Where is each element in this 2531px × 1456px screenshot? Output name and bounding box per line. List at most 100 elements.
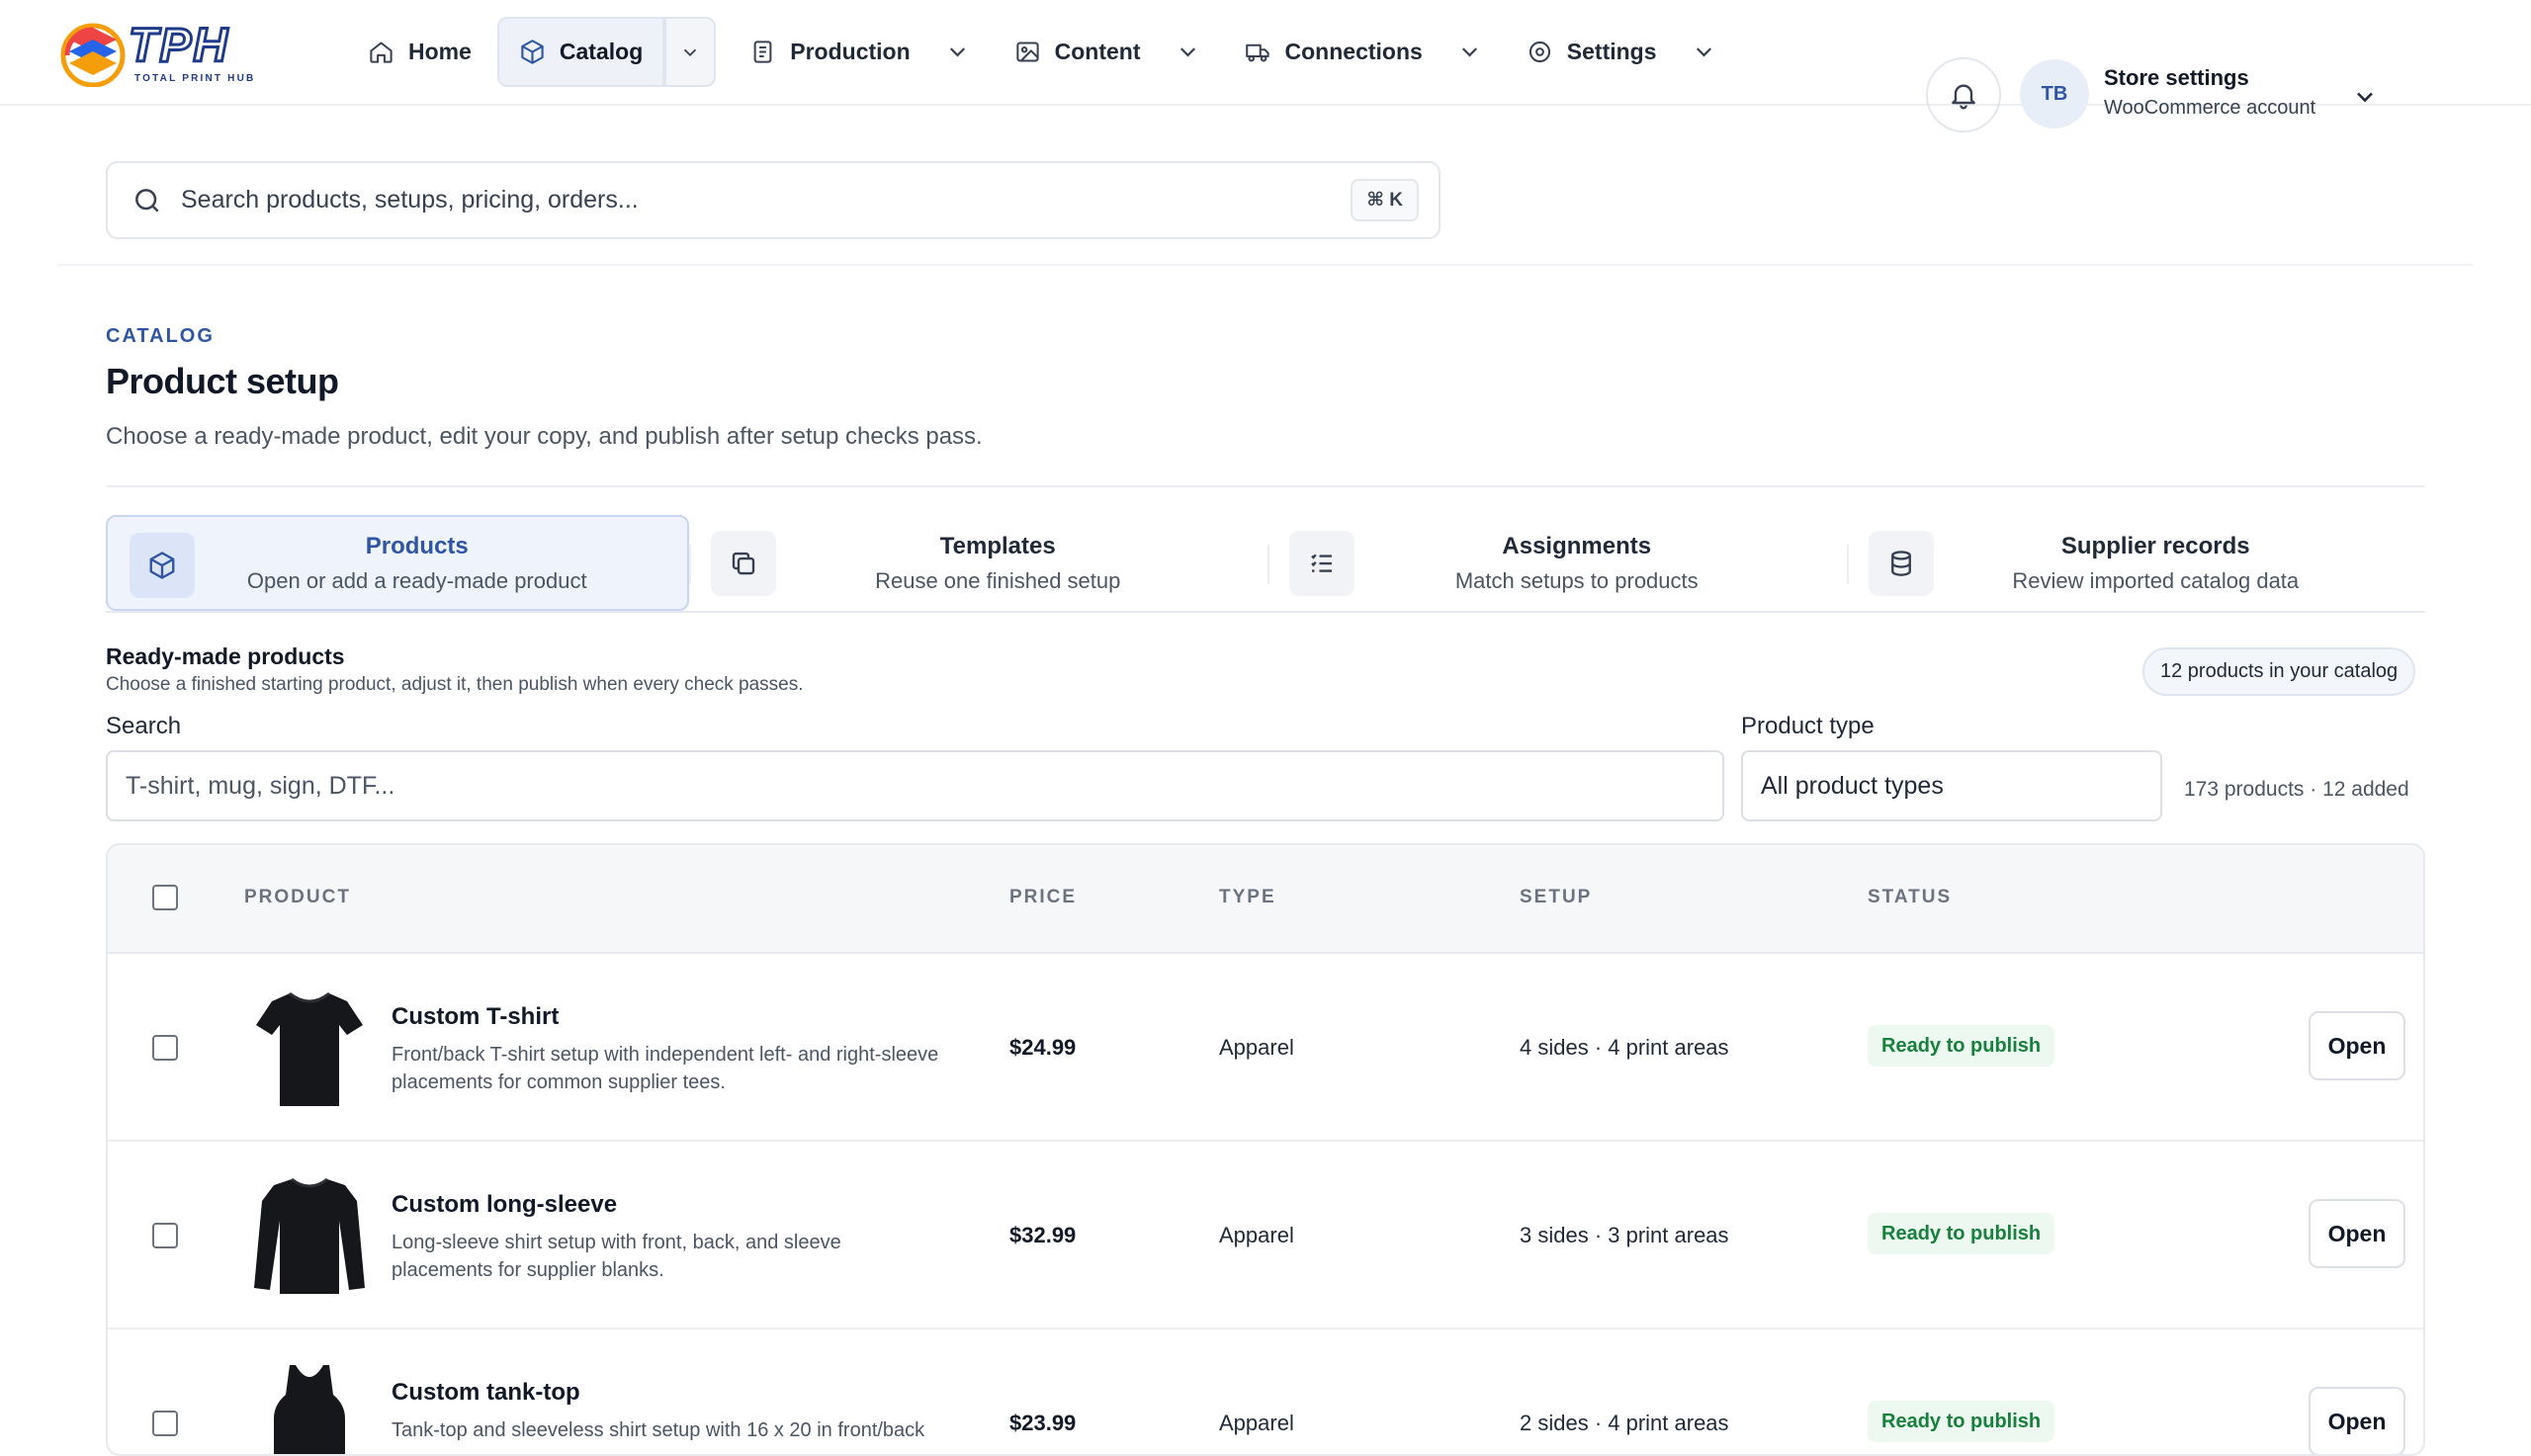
open-product-button[interactable]: Open bbox=[2309, 1199, 2405, 1268]
long-sleeve-thumbnail bbox=[246, 1165, 373, 1306]
section-title: Ready-made products bbox=[106, 643, 345, 669]
table-row: Custom tank-top Tank-top and sleeveless … bbox=[108, 1329, 2423, 1454]
tab-assignments[interactable]: Assignments Match setups to products bbox=[1267, 515, 1847, 611]
chevron-down-icon bbox=[1696, 47, 1711, 57]
logo-wordmark: TPH bbox=[129, 20, 229, 72]
chevron-down-icon bbox=[949, 47, 965, 57]
product-name: Custom tank-top bbox=[392, 1379, 580, 1406]
nav-catalog-group: Catalog bbox=[496, 17, 717, 87]
chevron-down-icon bbox=[1179, 47, 1195, 57]
product-name: Custom T-shirt bbox=[392, 1003, 560, 1030]
page-eyebrow: CATALOG bbox=[106, 325, 215, 347]
tab-products[interactable]: Products Open or add a ready-made produc… bbox=[106, 515, 689, 611]
row-checkbox[interactable] bbox=[152, 1411, 178, 1436]
tab-templates-title: Templates bbox=[939, 532, 1056, 559]
tab-supplier-title: Supplier records bbox=[2060, 532, 2250, 559]
row-checkbox[interactable] bbox=[152, 1223, 178, 1248]
gear-icon bbox=[1528, 41, 1550, 63]
row-checkbox[interactable] bbox=[152, 1035, 178, 1061]
tab-assignments-title: Assignments bbox=[1502, 532, 1652, 559]
col-product: PRODUCT bbox=[244, 887, 351, 907]
nav-content[interactable]: Content bbox=[993, 17, 1223, 87]
store-settings-title: Store settings bbox=[2104, 65, 2249, 90]
product-name: Custom long-sleeve bbox=[392, 1191, 618, 1218]
open-product-button[interactable]: Open bbox=[2309, 1387, 2405, 1454]
utility-bar: Search products, setups, pricing, orders… bbox=[57, 107, 2474, 266]
brand-logo[interactable]: TPH TOTAL PRINT HUB bbox=[57, 18, 270, 88]
cube-icon bbox=[521, 40, 544, 64]
product-price: $24.99 bbox=[1009, 1035, 1077, 1060]
nav-connections-label: Connections bbox=[1284, 39, 1423, 64]
open-product-button[interactable]: Open bbox=[2309, 1011, 2405, 1080]
store-settings-menu[interactable]: Store settings WooCommerce account bbox=[2104, 65, 2315, 120]
nav-home-label: Home bbox=[408, 39, 472, 64]
header-divider bbox=[106, 485, 2425, 487]
table-row: Custom long-sleeve Long-sleeve shirt set… bbox=[108, 1142, 2423, 1329]
product-price: $32.99 bbox=[1009, 1223, 1077, 1247]
product-setup: 2 sides · 4 print areas bbox=[1520, 1411, 1729, 1435]
tab-templates-desc: Reuse one finished setup bbox=[875, 567, 1121, 593]
status-badge: Ready to publish bbox=[1868, 1213, 2055, 1254]
tab-supplier-records[interactable]: Supplier records Review imported catalog… bbox=[1846, 515, 2426, 611]
logo-tagline: TOTAL PRINT HUB bbox=[134, 73, 255, 84]
tab-assignments-icon-wrap bbox=[1289, 531, 1354, 596]
tab-products-desc: Open or add a ready-made product bbox=[246, 567, 587, 593]
copy-icon bbox=[732, 552, 754, 575]
database-icon bbox=[1890, 551, 1911, 576]
product-type: Apparel bbox=[1219, 1223, 1294, 1247]
page-title: Product setup bbox=[106, 361, 339, 401]
status-badge: Ready to publish bbox=[1868, 1025, 2055, 1067]
chevron-down-icon bbox=[684, 48, 697, 56]
nav-home[interactable]: Home bbox=[346, 17, 493, 87]
truck-icon bbox=[1245, 43, 1269, 62]
select-all-checkbox[interactable] bbox=[152, 885, 178, 910]
product-type: Apparel bbox=[1219, 1035, 1294, 1060]
nav-content-label: Content bbox=[1054, 39, 1141, 64]
product-description: Front/back T-shirt setup with independen… bbox=[392, 1044, 939, 1093]
status-badge: Ready to publish bbox=[1868, 1401, 2055, 1442]
section-subtitle: Choose a finished starting product, adju… bbox=[106, 674, 804, 695]
product-price: $23.99 bbox=[1009, 1411, 1077, 1435]
clipboard-icon bbox=[753, 41, 772, 63]
col-status: STATUS bbox=[1868, 887, 1953, 907]
nav-connections[interactable]: Connections bbox=[1223, 17, 1505, 87]
cube-icon bbox=[149, 552, 175, 579]
nav-production[interactable]: Production bbox=[728, 17, 992, 87]
col-setup: SETUP bbox=[1520, 887, 1593, 907]
tab-products-icon-wrap bbox=[130, 533, 195, 598]
store-account-type: WooCommerce account bbox=[2104, 97, 2316, 119]
list-check-icon bbox=[1311, 554, 1332, 572]
tab-assignments-desc: Match setups to products bbox=[1454, 567, 1699, 593]
global-search-input[interactable]: Search products, setups, pricing, orders… bbox=[106, 161, 1440, 239]
home-icon bbox=[370, 42, 393, 63]
tshirt-thumbnail bbox=[246, 978, 373, 1118]
nav-catalog[interactable]: Catalog bbox=[496, 17, 665, 87]
product-type-label: Product type bbox=[1741, 713, 1875, 739]
tab-templates-icon-wrap bbox=[710, 531, 776, 596]
product-setup: 3 sides · 3 print areas bbox=[1520, 1223, 1729, 1247]
nav-catalog-dropdown[interactable] bbox=[664, 17, 717, 87]
avatar[interactable]: TB bbox=[2020, 59, 2089, 128]
chevron-down-icon bbox=[1461, 47, 1477, 57]
col-type: TYPE bbox=[1219, 887, 1276, 907]
notifications-button[interactable] bbox=[1926, 57, 2001, 132]
tab-products-title: Products bbox=[365, 532, 469, 559]
nav-settings-label: Settings bbox=[1566, 39, 1657, 64]
table-header: PRODUCT PRICE TYPE SETUP STATUS bbox=[108, 845, 2423, 954]
nav-production-label: Production bbox=[790, 39, 911, 64]
products-table: PRODUCT PRICE TYPE SETUP STATUS Custom T… bbox=[106, 843, 2425, 1456]
catalog-tabs: Products Open or add a ready-made produc… bbox=[106, 515, 2425, 613]
product-setup: 4 sides · 4 print areas bbox=[1520, 1035, 1729, 1060]
product-type-select[interactable]: All product types bbox=[1741, 750, 2162, 821]
page-subtitle: Choose a ready-made product, edit your c… bbox=[106, 423, 983, 450]
tab-supplier-desc: Review imported catalog data bbox=[2012, 567, 2300, 593]
tab-templates[interactable]: Templates Reuse one finished setup bbox=[688, 515, 1268, 611]
product-description: Tank-top and sleeveless shirt setup with… bbox=[392, 1419, 925, 1441]
layers-logo-icon bbox=[60, 23, 126, 88]
catalog-count-badge: 12 products in your catalog bbox=[2142, 647, 2416, 696]
chevron-down-icon[interactable] bbox=[2351, 83, 2379, 111]
tank-top-thumbnail bbox=[246, 1353, 373, 1454]
product-search-input[interactable] bbox=[106, 750, 1724, 821]
product-type: Apparel bbox=[1219, 1411, 1294, 1435]
nav-settings[interactable]: Settings bbox=[1505, 17, 1739, 87]
